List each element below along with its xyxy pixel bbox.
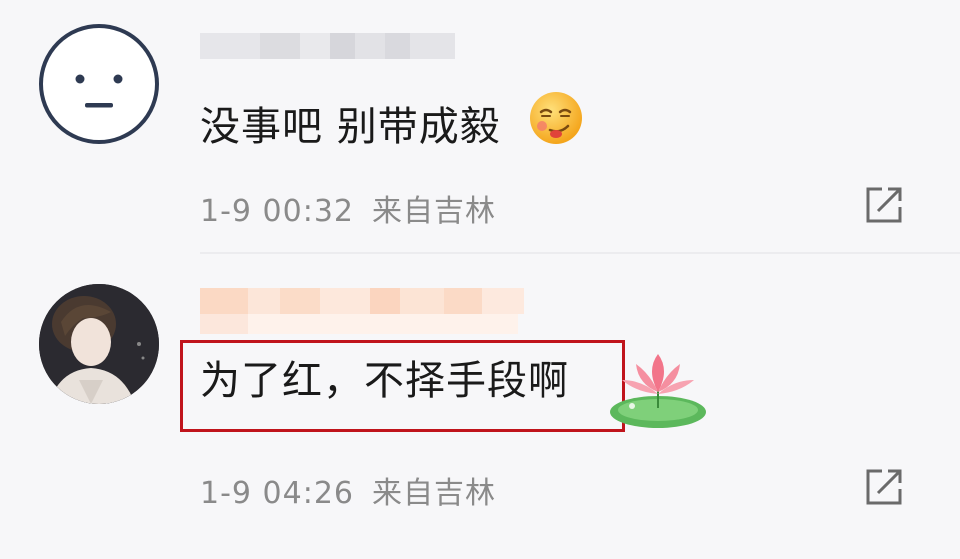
comment-meta: 1-9 04:26 来自吉林 <box>200 468 496 512</box>
username-blurred[interactable] <box>200 288 524 314</box>
divider <box>200 252 960 254</box>
lotus-emoji-icon <box>610 354 706 428</box>
comment-text: 没事吧 别带成毅 <box>200 104 501 150</box>
comment-meta: 1-9 00:32 来自吉林 <box>200 186 496 230</box>
neutral-face-icon <box>75 74 123 108</box>
comment-text: 为了红，不择手段啊 <box>200 358 569 404</box>
neutral-face-avatar[interactable] <box>39 24 159 144</box>
share-icon[interactable] <box>862 183 906 227</box>
smirk-emoji-icon <box>530 92 582 144</box>
comment-location: 来自吉林 <box>372 476 496 511</box>
username-blurred[interactable] <box>200 33 455 59</box>
comment-list: 没事吧 别带成毅 1-9 00:32 来自吉林 为了红，不择手段啊 1-9 04… <box>0 0 960 559</box>
comment-time: 1-9 00:32 <box>200 194 354 229</box>
comment-item: 为了红，不择手段啊 1-9 04:26 来自吉林 <box>0 262 960 559</box>
user-photo-avatar[interactable] <box>39 284 159 404</box>
share-icon[interactable] <box>862 465 906 509</box>
comment-time: 1-9 04:26 <box>200 476 354 511</box>
user-photo <box>39 284 159 404</box>
comment-item: 没事吧 别带成毅 1-9 00:32 来自吉林 <box>0 0 960 262</box>
username-blurred <box>200 314 518 334</box>
comment-location: 来自吉林 <box>372 194 496 229</box>
